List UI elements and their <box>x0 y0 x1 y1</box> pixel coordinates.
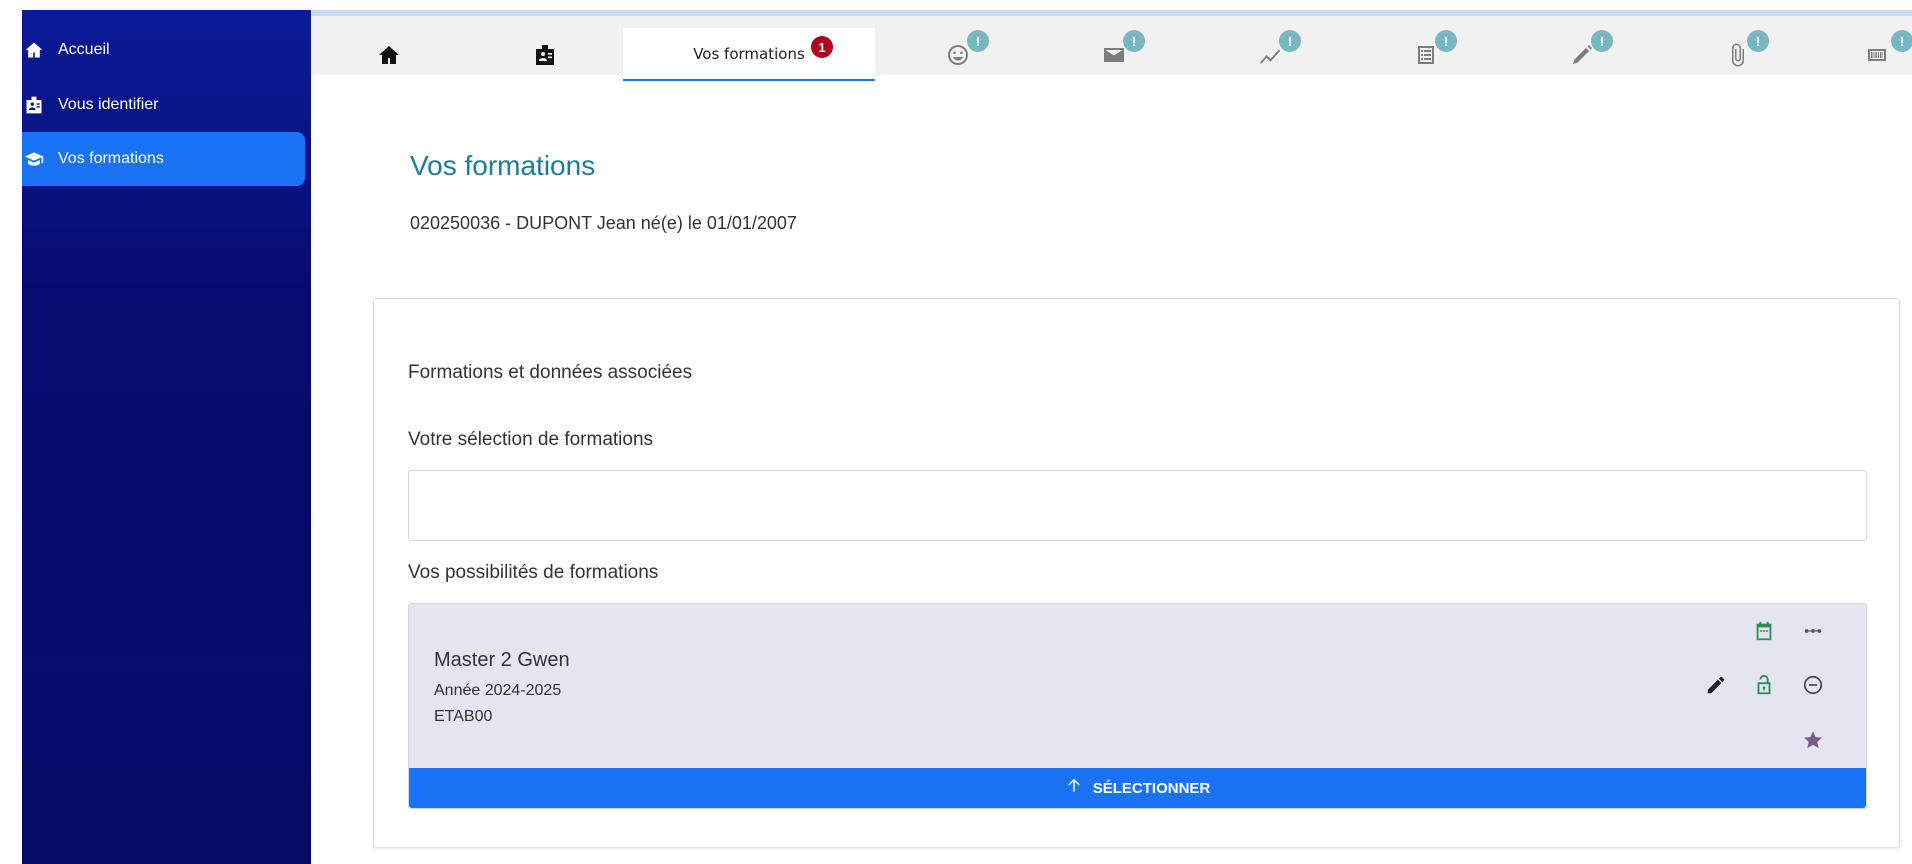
pen-icon <box>1570 43 1594 67</box>
selection-label: Votre sélection de formations <box>408 429 654 450</box>
tab-step-summary[interactable]: ! <box>1831 28 1912 81</box>
section-title: Formations et données associées <box>408 362 693 383</box>
tab-label: Vos formations <box>693 44 805 63</box>
alert-badge: ! <box>1279 30 1301 52</box>
edit-pencil-icon[interactable] <box>1702 671 1730 699</box>
formation-name: Master 2 Gwen <box>434 649 570 671</box>
id-badge-icon <box>533 43 557 67</box>
chart-line-icon <box>1258 43 1282 67</box>
tab-step-attachments[interactable]: ! <box>1675 28 1801 81</box>
sidebar-item-label: Vos formations <box>58 150 164 167</box>
tab-step-results[interactable]: ! <box>1207 28 1333 81</box>
tab-accueil[interactable] <box>311 28 467 81</box>
top-tab-bar: Vos formations 1 ! ! ! ! ! ! ! <box>311 10 1912 81</box>
arrow-up-icon <box>1067 778 1080 792</box>
calendar-icon[interactable] <box>1750 617 1778 645</box>
formations-card: Formations et données associées Votre sé… <box>373 298 1900 848</box>
alert-badge: ! <box>1435 30 1457 52</box>
alert-badge: ! <box>1891 30 1912 52</box>
sidebar-item-label: Vous identifier <box>58 96 159 113</box>
sidebar-item-vos-formations[interactable]: Vos formations <box>22 132 305 186</box>
student-info: 020250036 - DUPONT Jean né(e) le 01/01/2… <box>410 213 797 233</box>
receipt-icon <box>1865 43 1889 67</box>
tab-vos-formations[interactable]: Vos formations 1 <box>623 28 875 81</box>
notification-count-badge: 1 <box>811 36 833 58</box>
tab-step-messages[interactable]: ! <box>1051 28 1177 81</box>
select-button-label: SÉLECTIONNER <box>1092 779 1211 797</box>
envelope-icon <box>1102 43 1126 67</box>
formation-item: Master 2 Gwen Année 2024-2025 ETAB00 SÉL… <box>408 603 1867 809</box>
graduation-cap-icon <box>24 149 44 169</box>
face-icon <box>946 43 970 67</box>
star-icon[interactable] <box>1799 726 1827 754</box>
select-formation-button[interactable]: SÉLECTIONNER <box>409 768 1866 808</box>
remove-circle-icon[interactable] <box>1799 671 1827 699</box>
paperclip-icon <box>1726 43 1750 67</box>
home-icon <box>24 40 44 60</box>
sidebar-item-vous-identifier[interactable]: Vous identifier <box>22 78 305 132</box>
alert-badge: ! <box>967 30 989 52</box>
sidebar: Accueil Vous identifier Vos formations <box>22 10 311 864</box>
id-badge-icon <box>24 95 44 115</box>
alert-badge: ! <box>1123 30 1145 52</box>
sidebar-item-label: Accueil <box>58 41 110 58</box>
formation-etablissement: ETAB00 <box>434 708 493 725</box>
tab-vous-identifier[interactable] <box>467 28 623 81</box>
unlock-icon[interactable] <box>1750 671 1778 699</box>
possibilities-label: Vos possibilités de formations <box>408 562 659 583</box>
more-options-icon[interactable] <box>1799 617 1827 645</box>
formation-year: Année 2024-2025 <box>434 682 562 699</box>
page-title: Vos formations <box>410 150 596 181</box>
tab-step-writing[interactable]: ! <box>1519 28 1645 81</box>
list-document-icon <box>1414 43 1438 67</box>
tab-step-documents[interactable]: ! <box>1363 28 1489 81</box>
tab-step-profile[interactable]: ! <box>895 28 1021 81</box>
home-icon <box>377 43 401 67</box>
selection-dropzone[interactable] <box>408 470 1867 541</box>
alert-badge: ! <box>1591 30 1613 52</box>
sidebar-item-accueil[interactable]: Accueil <box>22 23 305 77</box>
alert-badge: ! <box>1747 30 1769 52</box>
